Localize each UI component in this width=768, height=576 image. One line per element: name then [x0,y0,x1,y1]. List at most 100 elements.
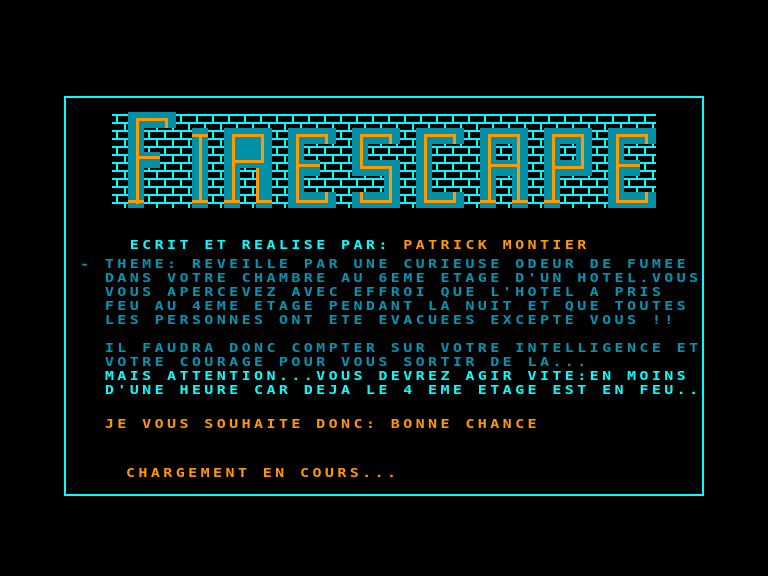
letter-stroke [512,200,528,203]
brick-mortar-v [148,132,150,138]
letter-s [352,128,400,208]
brick-mortar-v [372,148,374,154]
brick-mortar-v [220,140,222,146]
brick-mortar-v [596,132,598,138]
logo-graphic [112,112,656,208]
brick-mortar-v [452,116,454,122]
brick-mortar-v [156,204,158,208]
brick-mortar-v [540,124,542,130]
brick-mortar-v [412,156,414,162]
brick-mortar-v [644,180,646,186]
brick-mortar-v [180,164,182,170]
brick-mortar-v [564,116,566,122]
letter-stroke [616,134,619,202]
brick-mortar-v [188,156,190,162]
brick-mortar-v [532,164,534,170]
brick-mortar-v [420,116,422,122]
brick-mortar-v [540,172,542,178]
brick-mortar-v [244,116,246,122]
brick-mortar-v [276,148,278,154]
brick-mortar-v [172,188,174,194]
brick-mortar-v [124,124,126,130]
letter-e [288,128,336,208]
brick-mortar-v [604,204,606,208]
letter-stroke [616,164,640,167]
brick-mortar-v [588,204,590,208]
brick-mortar-v [116,148,118,154]
brick-mortar-v [276,196,278,202]
brick-mortar-v [244,196,246,202]
brick-mortar-v [436,164,438,170]
brick-mortar-v [452,164,454,170]
brick-mortar-v [276,164,278,170]
letter-stroke [488,134,491,202]
brick-mortar-v [308,180,310,186]
letter-stroke [360,200,392,203]
brick-mortar-v [116,164,118,170]
brick-mortar-v [324,164,326,170]
brick-mortar-v [188,124,190,130]
story-line: VOTRE COURAGE POUR VOUS SORTIR DE LA... [80,354,590,370]
brick-mortar-v [412,204,414,208]
brick-mortar-v [604,124,606,130]
brick-mortar-v [276,132,278,138]
brick-mortar-v [228,116,230,122]
letter-stroke [488,164,520,167]
brick-mortar-v [412,188,414,194]
brick-mortar-v [284,204,286,208]
brick-mortar-v [564,148,566,154]
brick-mortar-v [468,180,470,186]
brick-mortar-v [340,132,342,138]
brick-mortar-v [612,116,614,122]
brick-mortar-v [404,116,406,122]
brick-mortar-v [412,172,414,178]
letter-stroke [165,118,168,128]
brick-mortar-v [180,196,182,202]
brick-mortar-v [284,156,286,162]
brick-mortar-v [372,116,374,122]
letter-stroke [453,192,456,202]
brick-mortar-v [212,132,214,138]
brick-mortar-v [172,172,174,178]
brick-mortar-v [596,180,598,186]
brick-mortar-v [156,188,158,194]
story-line: - THEME: REVEILLE PAR UNE CURIEUSE ODEUR… [80,256,690,272]
brick-mortar-v [412,124,414,130]
brick-mortar-v [124,172,126,178]
brick-mortar-v [532,196,534,202]
credits-author: PATRICK MONTIER [403,237,590,253]
brick-mortar-v [116,196,118,202]
warning-line: D'UNE HEURE CAR DEJA LE 4 EME ETAGE EST … [80,382,702,398]
brick-mortar-v [644,164,646,170]
brick-mortar-v [356,180,358,186]
brick-mortar-v [460,172,462,178]
brick-mortar-v [124,140,126,146]
brick-mortar-v [532,180,534,186]
letter-stroke [389,166,392,202]
brick-mortar-v [388,116,390,122]
letter-stroke [488,134,520,137]
letter-stroke [424,200,456,203]
brick-mortar-v [644,148,646,154]
brick-mortar-v [340,148,342,154]
brick-mortar-v [564,196,566,202]
letter-stroke [517,134,520,202]
brick-mortar-v [124,204,126,208]
brick-mortar-v [180,116,182,122]
brick-mortar-v [220,204,222,208]
brick-mortar-v [460,156,462,162]
brick-mortar-v [284,124,286,130]
brick-mortar-v [308,148,310,154]
brick-mortar-v [340,164,342,170]
brick-mortar-v [444,156,446,162]
letter-stroke [645,134,648,144]
warning-line: MAIS ATTENTION...VOUS DEVREZ AGIR VITE:E… [80,368,690,384]
letter-stroke [296,200,328,203]
letter-stroke [360,134,392,137]
brick-mortar-v [284,172,286,178]
brick-mortar-v [508,188,510,194]
letter-stroke [360,192,363,202]
brick-mortar-v [252,172,254,178]
brick-mortar-v [468,116,470,122]
brick-mortar-v [468,148,470,154]
